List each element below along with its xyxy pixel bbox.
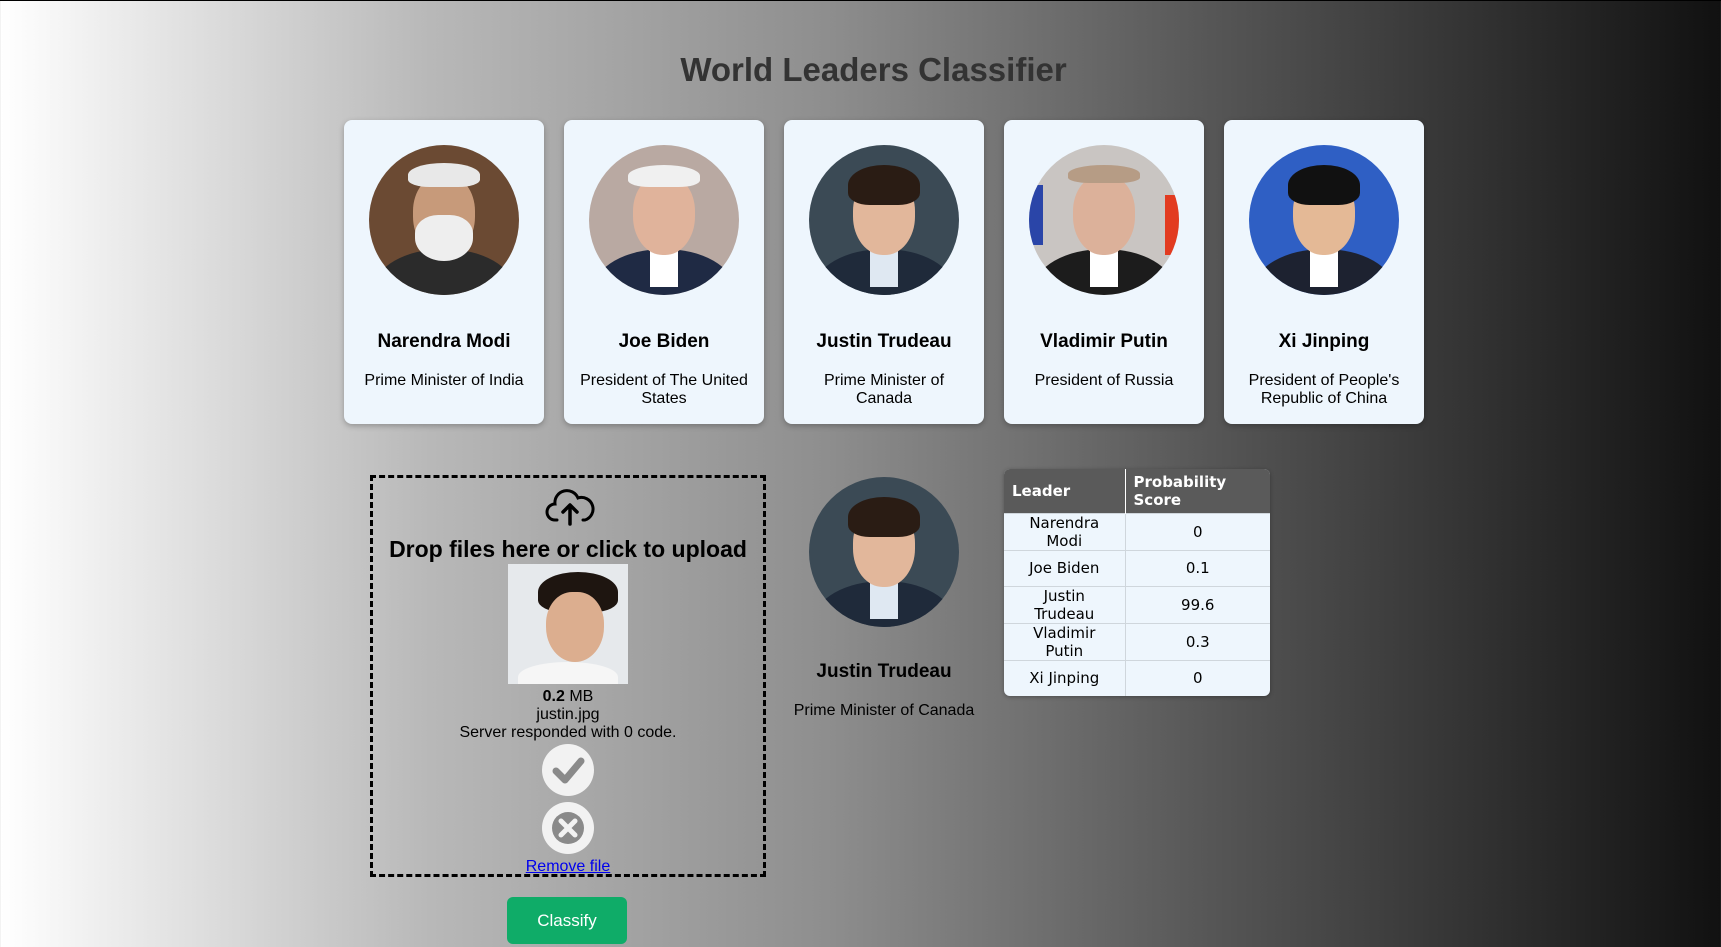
leader-role: Prime Minister of Canada — [823, 372, 945, 407]
leader-cell: Narendra Modi — [1004, 512, 1126, 550]
score-cell: 0 — [1125, 512, 1270, 550]
page-title: World Leaders Classifier — [680, 51, 1067, 88]
leader-name: Vladimir Putin — [1040, 331, 1168, 352]
probability-table: Leader Probability Score Narendra Modi 0 … — [1004, 469, 1270, 696]
table-row: Joe Biden 0.1 — [1004, 549, 1270, 586]
file-name: justin.jpg — [536, 706, 600, 723]
uploaded-thumbnail — [508, 564, 628, 684]
score-cell: 0.1 — [1125, 549, 1270, 586]
leader-cell: Xi Jinping — [1004, 659, 1126, 696]
leader-role: Prime Minister of India — [364, 372, 524, 389]
table-row: Vladimir Putin 0.3 — [1004, 622, 1270, 660]
table-row: Xi Jinping 0 — [1004, 659, 1270, 696]
leader-card-modi: Narendra Modi Prime Minister of India — [344, 120, 544, 424]
leader-role: President of Russia — [1034, 372, 1174, 389]
leader-role: President of The United States — [580, 372, 748, 407]
success-check-icon — [542, 744, 594, 796]
result-role: Prime Minister of Canada — [793, 702, 975, 719]
table-row: Justin Trudeau 99.6 — [1004, 585, 1270, 623]
leader-card-putin: Vladimir Putin President of Russia — [1004, 120, 1204, 424]
leader-cell: Vladimir Putin — [1004, 622, 1126, 660]
leader-name: Justin Trudeau — [816, 331, 952, 352]
leader-role: President of People's Republic of China — [1248, 372, 1400, 407]
server-message: Server responded with 0 code. — [459, 724, 677, 741]
leader-card-xi: Xi Jinping President of People's Republi… — [1224, 120, 1424, 424]
leader-cell: Joe Biden — [1004, 549, 1126, 586]
leader-cell: Justin Trudeau — [1004, 585, 1126, 623]
leader-name: Xi Jinping — [1278, 331, 1370, 352]
file-size: 0.2 MB — [542, 688, 594, 705]
biden-photo — [589, 145, 739, 295]
xi-photo — [1249, 145, 1399, 295]
leader-name: Narendra Modi — [377, 331, 511, 352]
result-name: Justin Trudeau — [816, 661, 952, 682]
result-photo — [809, 477, 959, 627]
remove-file-link[interactable]: Remove file — [373, 858, 763, 876]
table-header-leader: Leader — [1004, 469, 1126, 513]
file-dropzone[interactable]: Drop files here or click to upload 0.2 M… — [370, 475, 766, 877]
trudeau-photo — [809, 145, 959, 295]
score-cell: 0.3 — [1125, 622, 1270, 660]
leader-card-trudeau: Justin Trudeau Prime Minister of Canada — [784, 120, 984, 424]
score-cell: 0 — [1125, 659, 1270, 696]
leader-cards: Narendra Modi Prime Minister of India Jo… — [344, 120, 1424, 424]
table-row: Narendra Modi 0 — [1004, 512, 1270, 550]
score-cell: 99.6 — [1125, 585, 1270, 623]
classify-button[interactable]: Classify — [507, 897, 627, 944]
putin-photo — [1029, 145, 1179, 295]
modi-photo — [369, 145, 519, 295]
cloud-upload-icon — [545, 489, 595, 526]
leader-name: Joe Biden — [618, 331, 710, 352]
result-card: Justin Trudeau Prime Minister of Canada — [784, 477, 984, 720]
dropzone-message: Drop files here or click to upload — [389, 536, 747, 562]
table-header-score: Probability Score — [1125, 469, 1270, 513]
leader-card-biden: Joe Biden President of The United States — [564, 120, 764, 424]
error-x-icon — [542, 802, 594, 854]
